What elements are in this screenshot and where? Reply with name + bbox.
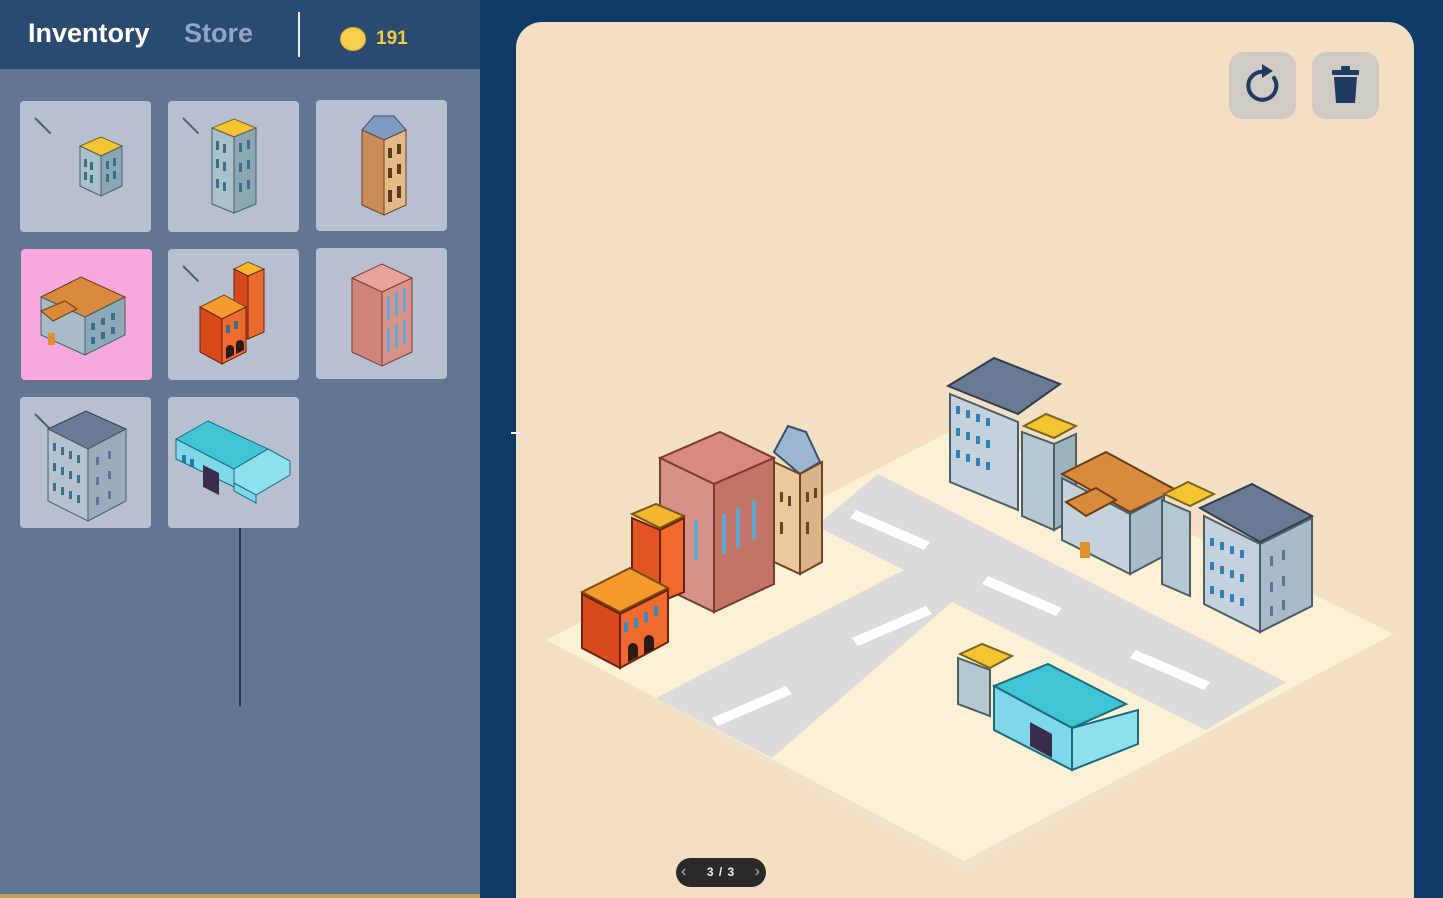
inventory-slot-warehouse[interactable] xyxy=(168,397,299,528)
warehouse-building-icon xyxy=(174,420,291,504)
refresh-button[interactable] xyxy=(1229,52,1296,119)
panel-header: Inventory Store 191 xyxy=(0,0,480,69)
header-divider xyxy=(298,12,300,57)
trash-icon xyxy=(1332,66,1359,103)
townhall-building-icon xyxy=(39,276,127,356)
inventory-panel: Inventory Store 191 xyxy=(0,0,480,898)
coin-count: 191 xyxy=(376,28,408,49)
board-edge-marker xyxy=(511,432,520,434)
tab-store[interactable]: Store xyxy=(184,18,253,49)
city-scene xyxy=(541,356,1399,870)
chevron-right-icon[interactable]: › xyxy=(755,863,760,881)
coin-icon xyxy=(340,27,366,51)
inventory-slot-townhall[interactable] xyxy=(21,249,152,380)
tab-inventory[interactable]: Inventory xyxy=(28,18,150,49)
inventory-slot-pink-tower[interactable] xyxy=(316,248,447,379)
inventory-slot-fire-station[interactable] xyxy=(168,249,299,380)
page-number: 3 / 3 xyxy=(706,865,736,879)
city-board[interactable] xyxy=(516,22,1414,898)
grey-roof-apartment-building-icon xyxy=(46,410,128,522)
refresh-icon xyxy=(1246,64,1279,102)
bottom-strip xyxy=(0,894,480,898)
game-screen: Inventory Store 191 ‹ 3 / 3 › xyxy=(0,0,1443,898)
fire-station-building-icon xyxy=(198,261,266,365)
inventory-slot-tall-office[interactable] xyxy=(168,101,299,232)
inventory-slot-small-office[interactable] xyxy=(20,101,151,232)
delete-button[interactable] xyxy=(1312,52,1379,119)
ornate-tower-building-icon xyxy=(361,115,407,216)
small-office-building-icon xyxy=(78,136,124,197)
inventory-slot-grey-roof-apartment[interactable] xyxy=(20,397,151,528)
drag-indicator xyxy=(239,528,241,706)
inventory-slot-ornate-tower[interactable] xyxy=(316,100,447,231)
tall-office-building-icon xyxy=(210,118,258,214)
page-indicator: ‹ 3 / 3 › xyxy=(676,858,766,887)
pink-tower-building-icon xyxy=(350,263,414,367)
